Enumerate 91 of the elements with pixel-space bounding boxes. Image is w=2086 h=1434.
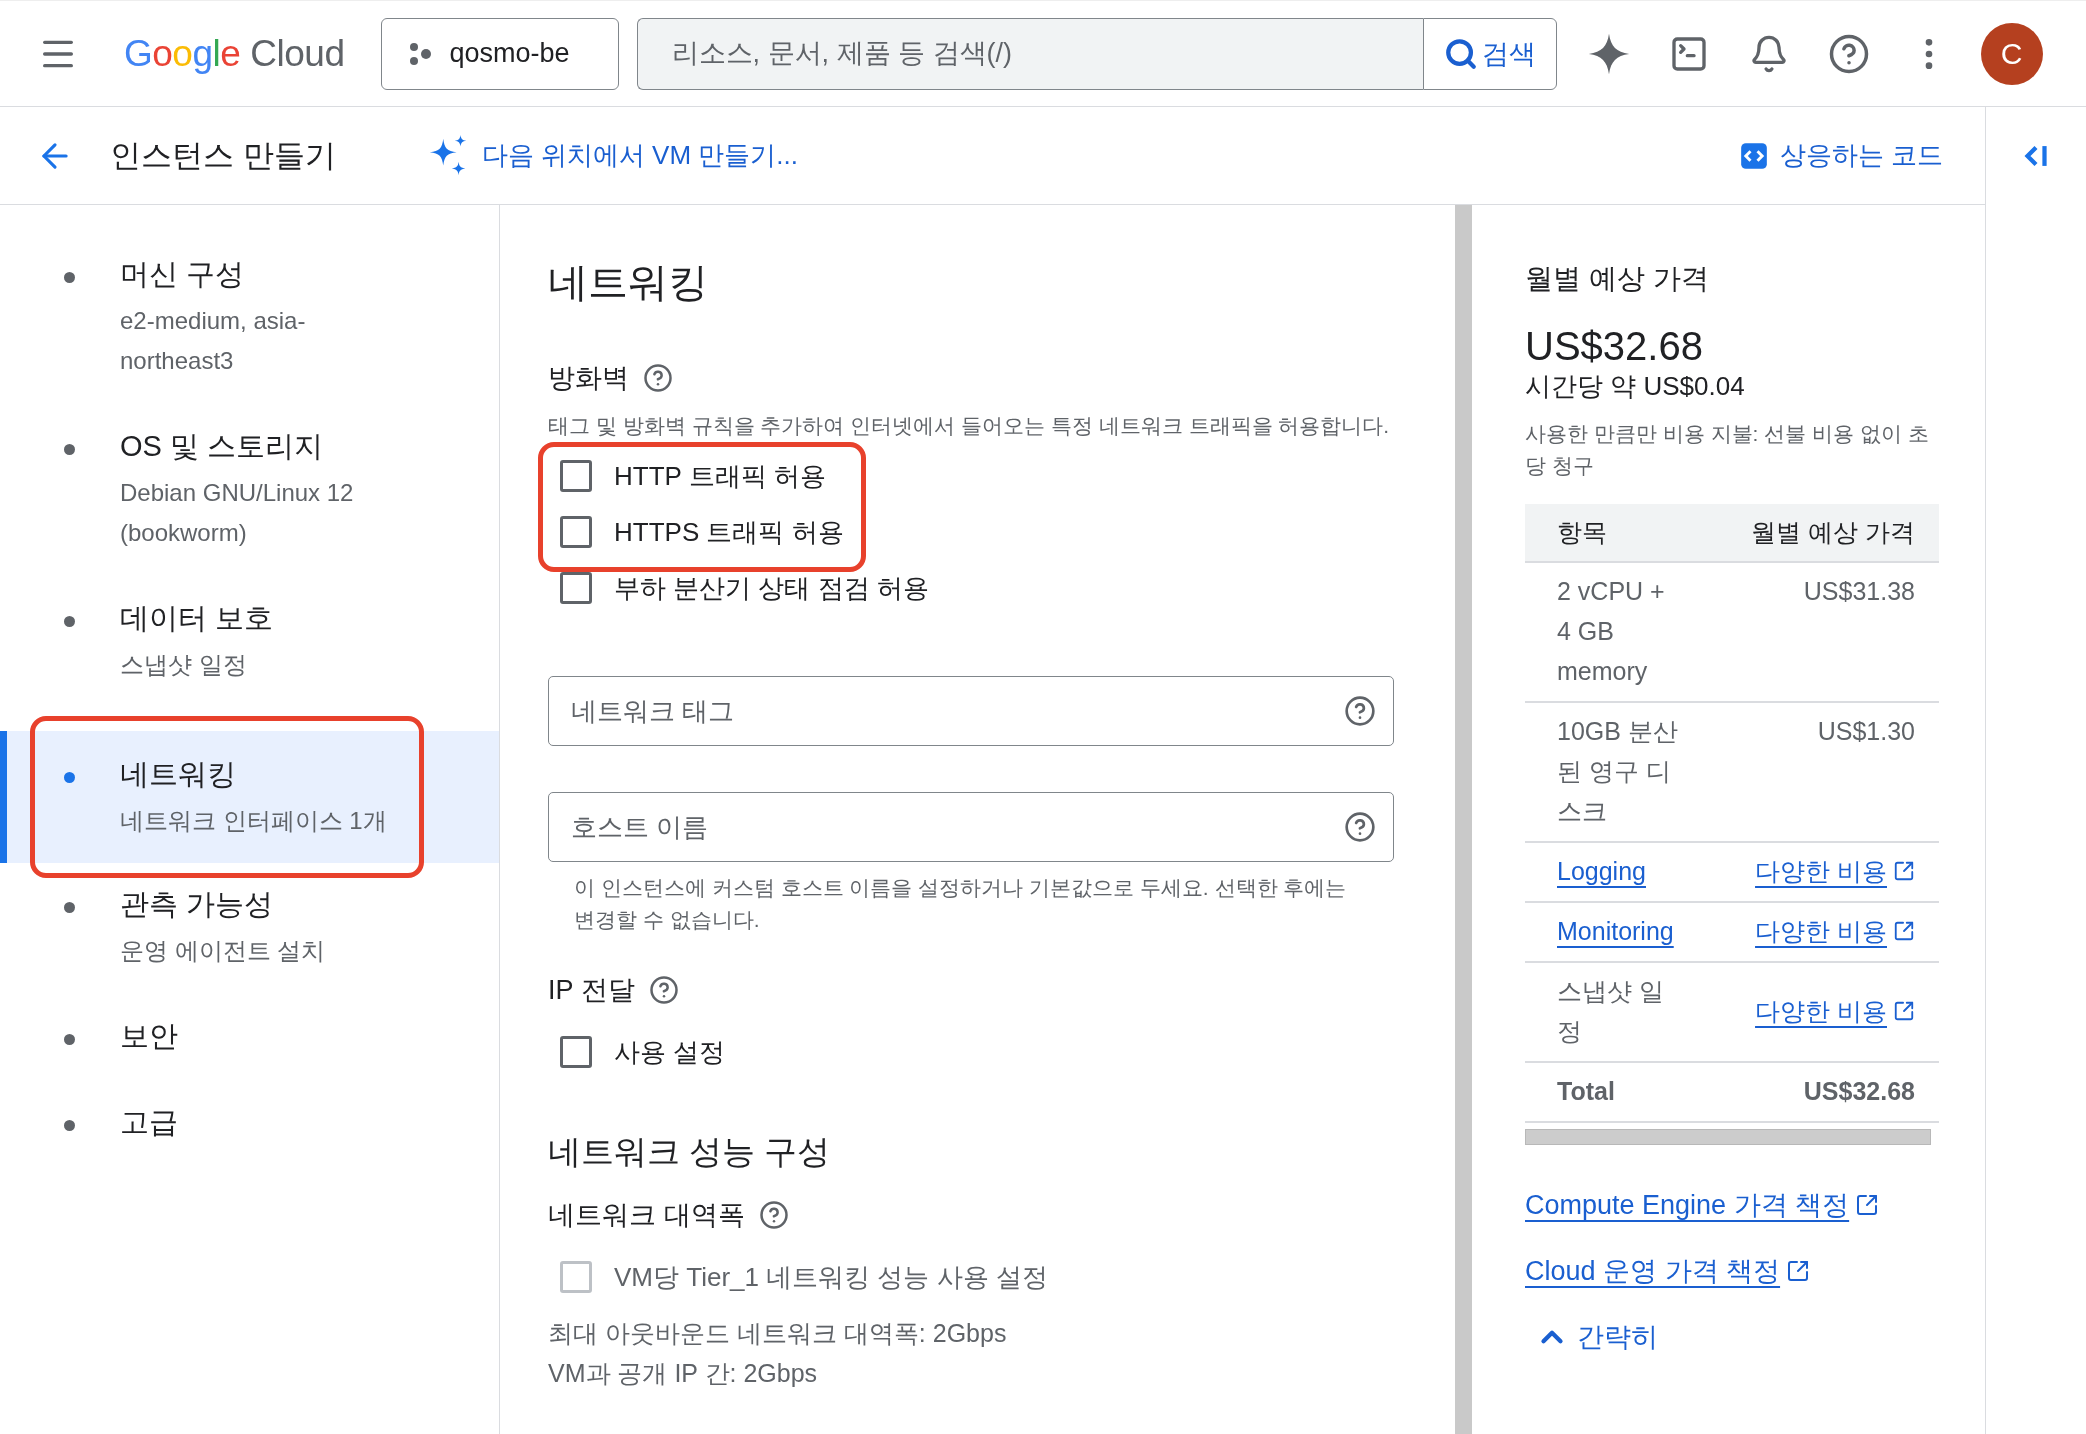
avatar[interactable]: C <box>1980 22 2043 85</box>
price-link[interactable]: 다양한 비용 <box>1755 911 1915 951</box>
collapse-button[interactable]: 간략히 <box>1525 1319 1658 1355</box>
table-cell-text: 10GB 분산된 영구 디스크 <box>1557 716 1679 827</box>
help-icon[interactable] <box>1344 811 1376 843</box>
scrollbar[interactable] <box>1525 1129 1931 1145</box>
step-dot <box>64 272 75 283</box>
checkbox[interactable] <box>560 460 592 492</box>
help-icon[interactable] <box>648 975 679 1005</box>
external-link-icon <box>1786 1259 1811 1283</box>
column-header: 항목 <box>1557 517 1607 548</box>
step-dot <box>64 902 75 913</box>
step-dot <box>64 1034 75 1045</box>
price-link[interactable]: 다양한 비용 <box>1755 851 1915 891</box>
project-icon <box>407 41 432 66</box>
input-field[interactable]: 호스트 이름 <box>548 792 1394 862</box>
step-title: 머신 구성 <box>120 257 246 292</box>
checkbox-label: HTTPS 트래픽 허용 <box>614 515 844 549</box>
code-link[interactable]: 상응하는 코드 <box>1739 138 1943 173</box>
step-title: 데이터 보호 <box>120 601 275 636</box>
table-cell-text: US$1.30 <box>1817 716 1915 747</box>
sidebar-item[interactable]: 고급 <box>0 1103 499 1143</box>
helper-text: 이 인스턴스에 커스텀 호스트 이름을 설정하거나 기본값으로 두세요. 선택한 후에는 변경할 수 없습니다. <box>573 875 1348 933</box>
help-icon[interactable] <box>758 1200 789 1230</box>
pricing-title: 월별 예상 가격 <box>1525 262 1710 296</box>
step-title: OS 및 스토리지 <box>120 429 324 464</box>
table-cell-text: US$32.68 <box>1803 1076 1915 1107</box>
sidebar-item[interactable]: 네트워킹 네트워크 인터페이스 1개 <box>0 731 499 863</box>
logo-word: Google <box>124 32 241 75</box>
sidebar-item[interactable]: 데이터 보호 스냅샷 일정 <box>0 599 499 685</box>
item-link[interactable]: Logging <box>1557 851 1646 891</box>
sidebar-item[interactable]: 머신 구성 e2-medium, asia-northeast3 <box>0 255 499 381</box>
checkbox-label: VM당 Tier_1 네트워킹 성능 사용 설정 <box>614 1260 1048 1294</box>
info-text: VM과 공개 IP 간: 2Gbps <box>548 1358 819 1389</box>
step-dot <box>64 1120 75 1131</box>
step-summary: 운영 에이전트 설치 <box>120 936 327 966</box>
step-summary: e2-medium, asia-northeast3 <box>120 306 307 376</box>
code-icon <box>1739 141 1768 170</box>
checkbox[interactable] <box>560 1036 592 1068</box>
step-dot <box>64 616 75 627</box>
field-label: IP 전달 <box>548 974 635 1007</box>
step-summary: 네트워크 인터페이스 1개 <box>120 806 388 836</box>
input-field[interactable]: 네트워크 태그 <box>548 676 1394 746</box>
step-summary: Debian GNU/Linux 12 (bookworm) <box>120 478 355 548</box>
external-link-icon <box>1893 860 1915 882</box>
step-dot <box>64 444 75 455</box>
column-header: 월별 예상 가격 <box>1751 517 1915 548</box>
price-link[interactable]: 다양한 비용 <box>1755 971 1915 1051</box>
step-dot <box>64 772 75 783</box>
sidebar-item[interactable]: 보안 <box>0 1017 499 1057</box>
page-title: 인스턴스 만들기 <box>110 136 336 175</box>
ai-create-link[interactable]: 다음 위치에서 VM 만들기... <box>425 132 798 179</box>
section-title: 네트워크 성능 구성 <box>548 1132 832 1172</box>
description: 태그 및 방화벽 규칙을 추가하여 인터넷에서 들어오는 특정 네트워크 트래픽을 허용합니다. <box>548 413 1391 439</box>
step-title: 네트워킹 <box>120 757 237 792</box>
table-cell-text: Total <box>1557 1076 1615 1107</box>
field-label: 방화벽 <box>548 362 629 395</box>
checkbox[interactable] <box>560 516 592 548</box>
field-label: 네트워크 대역폭 <box>548 1199 745 1232</box>
monthly-price: US$32.68 <box>1525 324 1704 369</box>
search-icon <box>1443 36 1478 71</box>
scrollbar[interactable] <box>1455 205 1472 1434</box>
pricing-link[interactable]: Cloud 운영 가격 책정 <box>1525 1253 1811 1289</box>
help-icon[interactable] <box>643 363 673 393</box>
checkbox-label: HTTP 트래픽 허용 <box>614 459 826 493</box>
project-selector[interactable]: qosmo-be <box>380 17 619 90</box>
search-button[interactable]: 검색 <box>1422 17 1557 90</box>
pricing-note: 사용한 만큼만 비용 지불: 선불 비용 없이 초당 청구 <box>1525 421 1930 479</box>
step-title: 고급 <box>120 1105 179 1140</box>
sidebar-item[interactable]: 관측 가능성 운영 에이전트 설치 <box>0 885 499 971</box>
table-cell-text: US$31.38 <box>1803 576 1915 607</box>
section-title: 네트워킹 <box>548 259 709 306</box>
hourly-price: 시간당 약 US$0.04 <box>1525 370 1746 403</box>
sidebar-item[interactable]: OS 및 스토리지 Debian GNU/Linux 12 (bookworm) <box>0 427 499 553</box>
table-cell-text: 스냅샷 일정 <box>1557 976 1665 1047</box>
step-summary: 스냅샷 일정 <box>120 650 248 680</box>
checkbox-label: 부하 분산기 상태 점검 허용 <box>614 571 929 605</box>
checkbox-label: 사용 설정 <box>614 1035 726 1069</box>
checkbox[interactable] <box>560 572 592 604</box>
step-title: 관측 가능성 <box>120 887 275 922</box>
search-field[interactable]: 리소스, 문서, 제품 등 검색(/) <box>636 17 1423 90</box>
external-link-icon <box>1893 920 1915 942</box>
help-icon[interactable] <box>1344 695 1376 727</box>
logo-word: Cloud <box>250 32 345 75</box>
info-text: 최대 아웃바운드 네트워크 대역폭: 2Gbps <box>548 1318 1008 1349</box>
pricing-link[interactable]: Compute Engine 가격 책정 <box>1525 1187 1880 1223</box>
external-link-icon <box>1893 1000 1915 1022</box>
external-link-icon <box>1855 1193 1880 1217</box>
item-link[interactable]: Monitoring <box>1557 911 1674 951</box>
table-cell-text: 2 vCPU + 4 GB memory <box>1557 576 1666 687</box>
step-title: 보안 <box>120 1019 179 1054</box>
